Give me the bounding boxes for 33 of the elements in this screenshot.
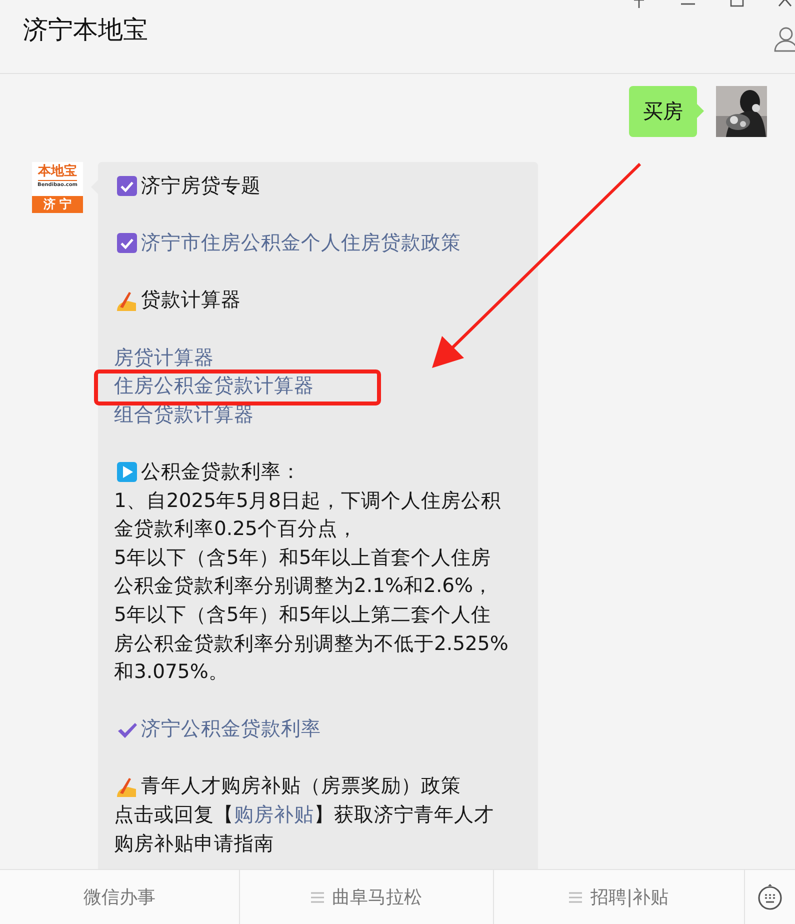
message-text: 5年以下（含5年）和5年以上首套个人住房 (114, 544, 492, 571)
keyboard-icon (757, 884, 783, 910)
message-text: 公积金贷款利率： (141, 458, 301, 485)
play-icon (116, 461, 138, 484)
message-text: 1、自2025年5月8日起，下调个人住房公积 (114, 488, 501, 514)
message-text: 公积金贷款利率分别调整为2.1%和2.6%， (114, 573, 494, 600)
checkbox-icon (116, 232, 138, 254)
message-text: 青年人才购房补贴（房票奖励）政策 (141, 773, 461, 800)
writing-hand-icon (116, 290, 138, 312)
checkbox-icon (116, 175, 138, 198)
writing-hand-icon (116, 776, 138, 798)
message-text: 贷款计算器 (141, 287, 241, 314)
message-text: 5年以下（含5年）和5年以上第二套个人住 (114, 602, 492, 628)
menu-icon (311, 892, 324, 902)
menu-button[interactable]: 招聘|补贴 (494, 870, 745, 924)
menu-button[interactable]: 微信办事 (0, 870, 240, 924)
menu-icon (569, 892, 582, 902)
text-link[interactable]: 济宁市住房公积金个人住房贷款政策 (141, 229, 461, 258)
message-text: 济宁房贷专题 (141, 173, 261, 199)
menu-button[interactable]: 曲阜马拉松 (240, 870, 494, 924)
sent-message: 买房 (629, 86, 697, 137)
message-text: 金贷款利率0.25个百分点， (114, 516, 358, 542)
message-text: 购房补贴申请指南 (114, 830, 274, 857)
text-link[interactable]: 组合贷款计算器 (114, 400, 254, 430)
window-title: 济宁本地宝 (23, 14, 148, 46)
message-text: 房公积金贷款利率分别调整为不低于2.525% (114, 630, 508, 656)
text-link[interactable]: 房贷计算器 (114, 344, 214, 372)
profile-icon[interactable] (774, 26, 795, 52)
text-link[interactable]: 住房公积金贷款计算器 (114, 372, 314, 401)
text-link[interactable]: 购房补贴 (234, 803, 314, 826)
message-text: 和3.075%。 (114, 659, 228, 686)
message-text: 点击或回复【购房补贴】获取济宁青年人才 (114, 802, 494, 828)
text-link[interactable]: 济宁公积金贷款利率 (141, 715, 321, 744)
